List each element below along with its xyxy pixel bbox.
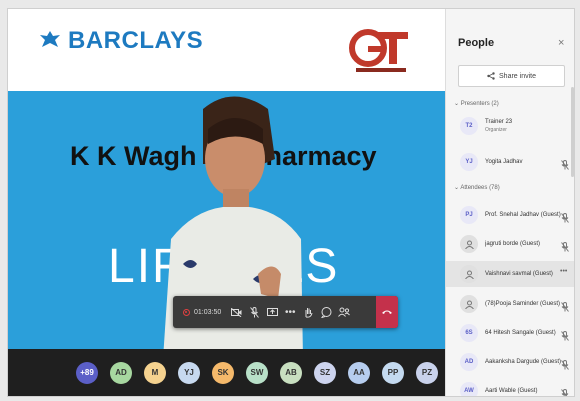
participant-name-text: Aarti Wable (Guest) xyxy=(485,388,538,394)
raise-hand-button[interactable] xyxy=(299,302,317,322)
mic-off-icon xyxy=(561,157,569,170)
chat-button[interactable] xyxy=(317,302,335,322)
mic-off-icon xyxy=(561,299,569,312)
barclays-logo: BARCLAYS xyxy=(38,27,203,55)
participant-name-text: Prof. Snehal Jadhav (Guest) xyxy=(485,212,561,218)
participant-avatar[interactable]: SZ xyxy=(314,361,336,384)
list-item[interactable]: AD Aakanksha Dargude (Guest) xyxy=(446,349,574,375)
participant-name-text: Aakanksha Dargude (Guest) xyxy=(485,359,561,365)
avatar: PJ xyxy=(460,206,478,224)
avatar xyxy=(460,235,478,253)
share-invite-label: Share invite xyxy=(499,72,536,80)
list-item[interactable]: PJ Prof. Snehal Jadhav (Guest) xyxy=(446,202,574,228)
share-screen-button[interactable] xyxy=(263,302,281,322)
slide-header: BARCLAYS xyxy=(8,9,445,91)
participant-avatar[interactable]: +89 xyxy=(76,361,98,384)
list-item[interactable]: AW Aarti Wable (Guest) xyxy=(446,378,574,396)
camera-button[interactable] xyxy=(227,302,245,322)
mic-off-icon xyxy=(561,386,569,396)
participant-avatar[interactable]: PP xyxy=(382,361,404,384)
avatar: T2 xyxy=(460,117,478,135)
mic-off-icon xyxy=(561,239,569,252)
avatar xyxy=(460,265,478,283)
participant-name-text: jagruti borde (Guest) xyxy=(485,241,541,247)
more-icon: ••• xyxy=(284,306,296,318)
mic-off-icon xyxy=(561,210,569,223)
record-icon xyxy=(183,308,190,316)
avatar: 6S xyxy=(460,324,478,342)
recording-indicator: 01:03:50 xyxy=(183,308,222,316)
presenters-section-header[interactable]: ⌄ Presenters (2) xyxy=(454,100,499,107)
participant-name: (78)Pooja Saminder (Guest) xyxy=(485,300,561,308)
participant-name: Prof. Snehal Jadhav (Guest) xyxy=(485,211,561,219)
panel-title: People xyxy=(458,37,495,49)
video-stage: BARCLAYS K K Wagh C f Pharmacy LIFE ILLS xyxy=(8,9,445,396)
share-icon xyxy=(487,72,495,80)
call-timer: 01:03:50 xyxy=(194,308,222,316)
participant-name-text: Vaishnavi savmal (Guest) xyxy=(485,271,553,277)
participant-avatar[interactable]: AB xyxy=(280,361,302,384)
mic-off-icon xyxy=(249,306,259,318)
participant-avatar[interactable]: PZ xyxy=(416,361,438,384)
list-item[interactable]: YJ Yogita Jadhav xyxy=(446,149,574,175)
presenters-label: Presenters (2) xyxy=(460,101,499,107)
participant-avatar[interactable]: SK xyxy=(212,361,234,384)
participants-button[interactable] xyxy=(335,302,353,322)
list-item[interactable]: jagruti borde (Guest) xyxy=(446,231,574,257)
raise-hand-icon xyxy=(305,307,313,318)
mic-off-icon xyxy=(561,328,569,341)
hang-up-icon xyxy=(382,310,392,314)
eagle-icon xyxy=(40,31,60,47)
list-item[interactable]: T2 Trainer 23 Organizer xyxy=(446,113,574,139)
participant-avatar[interactable]: YJ xyxy=(178,361,200,384)
chat-icon xyxy=(320,306,332,318)
participants-strip: +89 AD M YJ SK SW AB SZ AA PP PZ xyxy=(8,349,445,396)
participant-avatar[interactable]: SW xyxy=(246,361,268,384)
attendees-label: Attendees (78) xyxy=(460,185,500,191)
participant-name: jagruti borde (Guest) xyxy=(485,240,561,248)
participant-name-text: Trainer 23 xyxy=(485,119,513,125)
participant-name-text: Yogita Jadhav xyxy=(485,159,523,165)
list-item[interactable]: Vaishnavi savmal (Guest) ••• xyxy=(446,261,574,287)
people-panel: People × Share invite ⌄ Presenters (2) ⌄… xyxy=(445,9,574,396)
avatar: YJ xyxy=(460,153,478,171)
participant-name: Vaishnavi savmal (Guest) xyxy=(485,270,561,278)
teams-meeting-window: BARCLAYS K K Wagh C f Pharmacy LIFE ILLS xyxy=(7,8,575,397)
leave-call-button[interactable] xyxy=(376,296,398,328)
brand-name: BARCLAYS xyxy=(68,27,204,54)
close-icon[interactable]: × xyxy=(558,37,564,49)
share-invite-button[interactable]: Share invite xyxy=(458,65,565,87)
attendees-section-header[interactable]: ⌄ Attendees (78) xyxy=(454,184,500,191)
participant-name-text: 64 Hitesh Sangale (Guest) xyxy=(485,330,556,336)
participants-icon xyxy=(338,307,351,317)
share-screen-icon xyxy=(266,307,278,316)
participant-role: Organizer xyxy=(485,127,507,133)
avatar: AW xyxy=(460,382,478,396)
avatar: AD xyxy=(460,353,478,371)
participant-name: Aarti Wable (Guest) xyxy=(485,387,561,395)
list-item[interactable]: 6S 64 Hitesh Sangale (Guest) xyxy=(446,320,574,346)
participant-avatar[interactable]: AA xyxy=(348,361,370,384)
participant-name: Trainer 23 Organizer xyxy=(485,118,561,134)
mic-off-icon xyxy=(561,357,569,370)
gtt-foundation-logo xyxy=(349,29,408,72)
participant-avatar[interactable]: AD xyxy=(110,361,132,384)
participant-name: 64 Hitesh Sangale (Guest) xyxy=(485,329,561,337)
participant-name: Aakanksha Dargude (Guest) xyxy=(485,358,561,366)
avatar xyxy=(460,295,478,313)
more-button[interactable]: ••• xyxy=(281,302,299,322)
mic-button[interactable] xyxy=(245,302,263,322)
participant-name-text: (78)Pooja Saminder (Guest) xyxy=(485,301,561,307)
list-item[interactable]: (78)Pooja Saminder (Guest) xyxy=(446,291,574,317)
camera-off-icon xyxy=(230,307,242,317)
more-options-icon[interactable]: ••• xyxy=(560,268,567,275)
call-controls: 01:03:50 ••• xyxy=(173,296,398,328)
participant-avatar[interactable]: M xyxy=(144,361,166,384)
participant-name: Yogita Jadhav xyxy=(485,158,561,166)
